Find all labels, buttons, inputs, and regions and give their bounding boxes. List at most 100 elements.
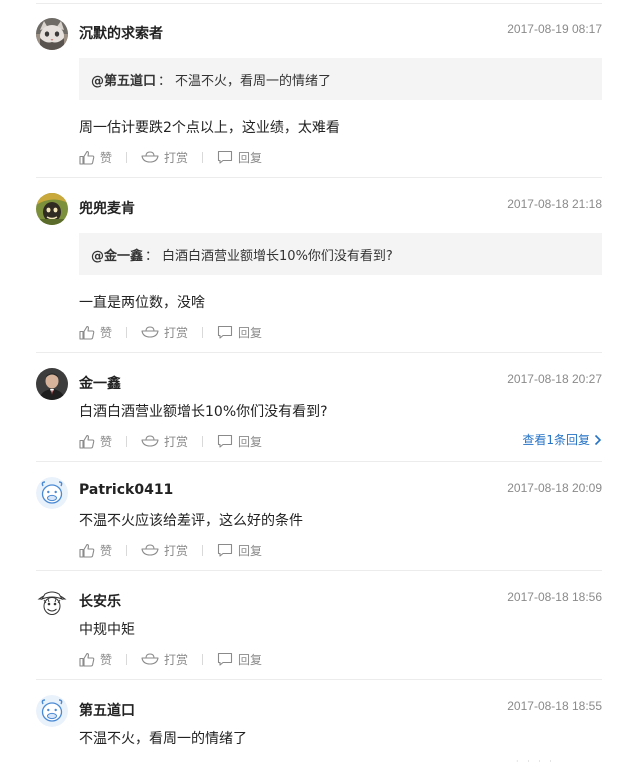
reward-button[interactable]: 打赏 [141, 651, 188, 668]
divider [36, 570, 602, 571]
gold-ingot-icon [141, 151, 159, 163]
reply-label: 回复 [238, 543, 263, 558]
like-label: 赞 [100, 325, 113, 340]
default-cow-avatar-icon[interactable] [36, 695, 68, 727]
reply-label: 回复 [238, 652, 263, 667]
timestamp: 2017-08-18 20:27 [507, 372, 602, 386]
username[interactable]: 长安乐 [79, 591, 121, 611]
reply-button[interactable]: 回复 [217, 542, 262, 559]
gold-ingot-icon [141, 544, 159, 556]
comment-text: 不温不火应该给差评，这么好的条件 [79, 513, 303, 529]
quoted-comment: @第五道口 ： 不温不火，看周一的情绪了 [79, 58, 602, 100]
like-button[interactable]: 赞 [79, 149, 112, 166]
reply-button[interactable]: 回复 [217, 149, 262, 166]
cartoon-avatar-icon[interactable] [36, 193, 68, 225]
timestamp: 2017-08-18 18:55 [507, 699, 602, 713]
thumbs-up-icon [79, 543, 95, 558]
reply-button[interactable]: 回复 [217, 651, 262, 668]
man-portrait-avatar-icon[interactable] [36, 368, 68, 400]
comment-text: 周一估计要跌2个点以上，这业绩，太难看 [79, 120, 340, 136]
gold-ingot-icon [141, 653, 159, 665]
reply-button[interactable]: 回复 [217, 324, 262, 341]
action-separator [126, 435, 128, 447]
gold-ingot-icon [141, 326, 159, 338]
comment-text: 不温不火，看周一的情绪了 [79, 731, 247, 747]
comment-text: 白酒白酒营业额增长10%你们没有看到? [79, 404, 328, 420]
reply-label: 回复 [238, 150, 263, 165]
luffy-sketch-avatar-icon[interactable] [36, 586, 68, 618]
reward-button[interactable]: 打赏 [141, 324, 188, 341]
comment-bubble-icon [217, 652, 233, 666]
quoted-comment: @金一鑫 ： 白酒白酒营业额增长10%你们没有看到? [79, 233, 602, 275]
comment-bubble-icon [217, 543, 233, 557]
divider [36, 461, 602, 462]
like-button[interactable]: 赞 [79, 433, 112, 450]
reward-button[interactable]: 打赏 [141, 149, 188, 166]
reward-label: 打赏 [164, 543, 189, 558]
like-label: 赞 [100, 434, 113, 449]
action-separator [126, 151, 128, 163]
username[interactable]: 金一鑫 [79, 373, 121, 393]
like-label: 赞 [100, 652, 113, 667]
comment-bubble-icon [217, 150, 233, 164]
comment-bubble-icon [217, 325, 233, 339]
thumbs-up-icon [79, 652, 95, 667]
comment-actions: 赞 打赏 回复 [79, 323, 262, 341]
like-label: 赞 [100, 543, 113, 558]
gold-ingot-icon [141, 435, 159, 447]
comment-actions: 赞 打赏 回复 [79, 650, 262, 668]
divider [36, 679, 602, 680]
truncated-actions-hint: · · · · [516, 757, 555, 766]
comment-text: 中规中矩 [79, 622, 135, 638]
view-replies-label: 查看1条回复 [522, 433, 590, 447]
quote-author[interactable]: @第五道口 [91, 70, 156, 89]
reply-label: 回复 [238, 325, 263, 340]
timestamp: 2017-08-18 21:18 [507, 197, 602, 211]
quote-text: 白酒白酒营业额增长10%你们没有看到? [162, 248, 393, 264]
action-separator [202, 544, 204, 556]
action-separator [126, 653, 128, 665]
username[interactable]: Patrick0411 [79, 482, 173, 498]
chevron-right-icon [594, 434, 602, 445]
timestamp: 2017-08-18 20:09 [507, 481, 602, 495]
view-replies-link[interactable]: 查看1条回复 [522, 431, 602, 448]
thumbs-up-icon [79, 325, 95, 340]
action-separator [126, 326, 128, 338]
comment-actions: 赞 打赏 回复 [79, 432, 262, 450]
timestamp: 2017-08-18 18:56 [507, 590, 602, 604]
like-button[interactable]: 赞 [79, 651, 112, 668]
thumbs-up-icon [79, 150, 95, 165]
timestamp: 2017-08-19 08:17 [507, 22, 602, 36]
like-label: 赞 [100, 150, 113, 165]
action-separator [202, 435, 204, 447]
username[interactable]: 第五道口 [79, 700, 135, 720]
action-separator [126, 544, 128, 556]
comment-bubble-icon [217, 434, 233, 448]
reward-label: 打赏 [164, 150, 189, 165]
action-separator [202, 151, 204, 163]
like-button[interactable]: 赞 [79, 542, 112, 559]
like-button[interactable]: 赞 [79, 324, 112, 341]
action-separator [202, 326, 204, 338]
action-separator [202, 653, 204, 665]
thumbs-up-icon [79, 434, 95, 449]
username[interactable]: 沉默的求索者 [79, 23, 163, 43]
comment-actions: 赞 打赏 回复 [79, 148, 262, 166]
divider [36, 177, 602, 178]
comment-actions: 赞 打赏 回复 [79, 541, 262, 559]
divider [36, 352, 602, 353]
reward-label: 打赏 [164, 652, 189, 667]
reward-label: 打赏 [164, 325, 189, 340]
quote-separator: ： [158, 73, 172, 89]
cat-avatar-icon[interactable] [36, 18, 68, 50]
reward-label: 打赏 [164, 434, 189, 449]
reward-button[interactable]: 打赏 [141, 433, 188, 450]
default-cow-avatar-icon[interactable] [36, 477, 68, 509]
reward-button[interactable]: 打赏 [141, 542, 188, 559]
reply-button[interactable]: 回复 [217, 433, 262, 450]
quote-separator: ： [145, 248, 159, 264]
username[interactable]: 兜兜麦肯 [79, 198, 135, 218]
comment-text: 一直是两位数，没啥 [79, 295, 205, 311]
top-divider [36, 3, 602, 4]
quote-author[interactable]: @金一鑫 [91, 245, 143, 264]
